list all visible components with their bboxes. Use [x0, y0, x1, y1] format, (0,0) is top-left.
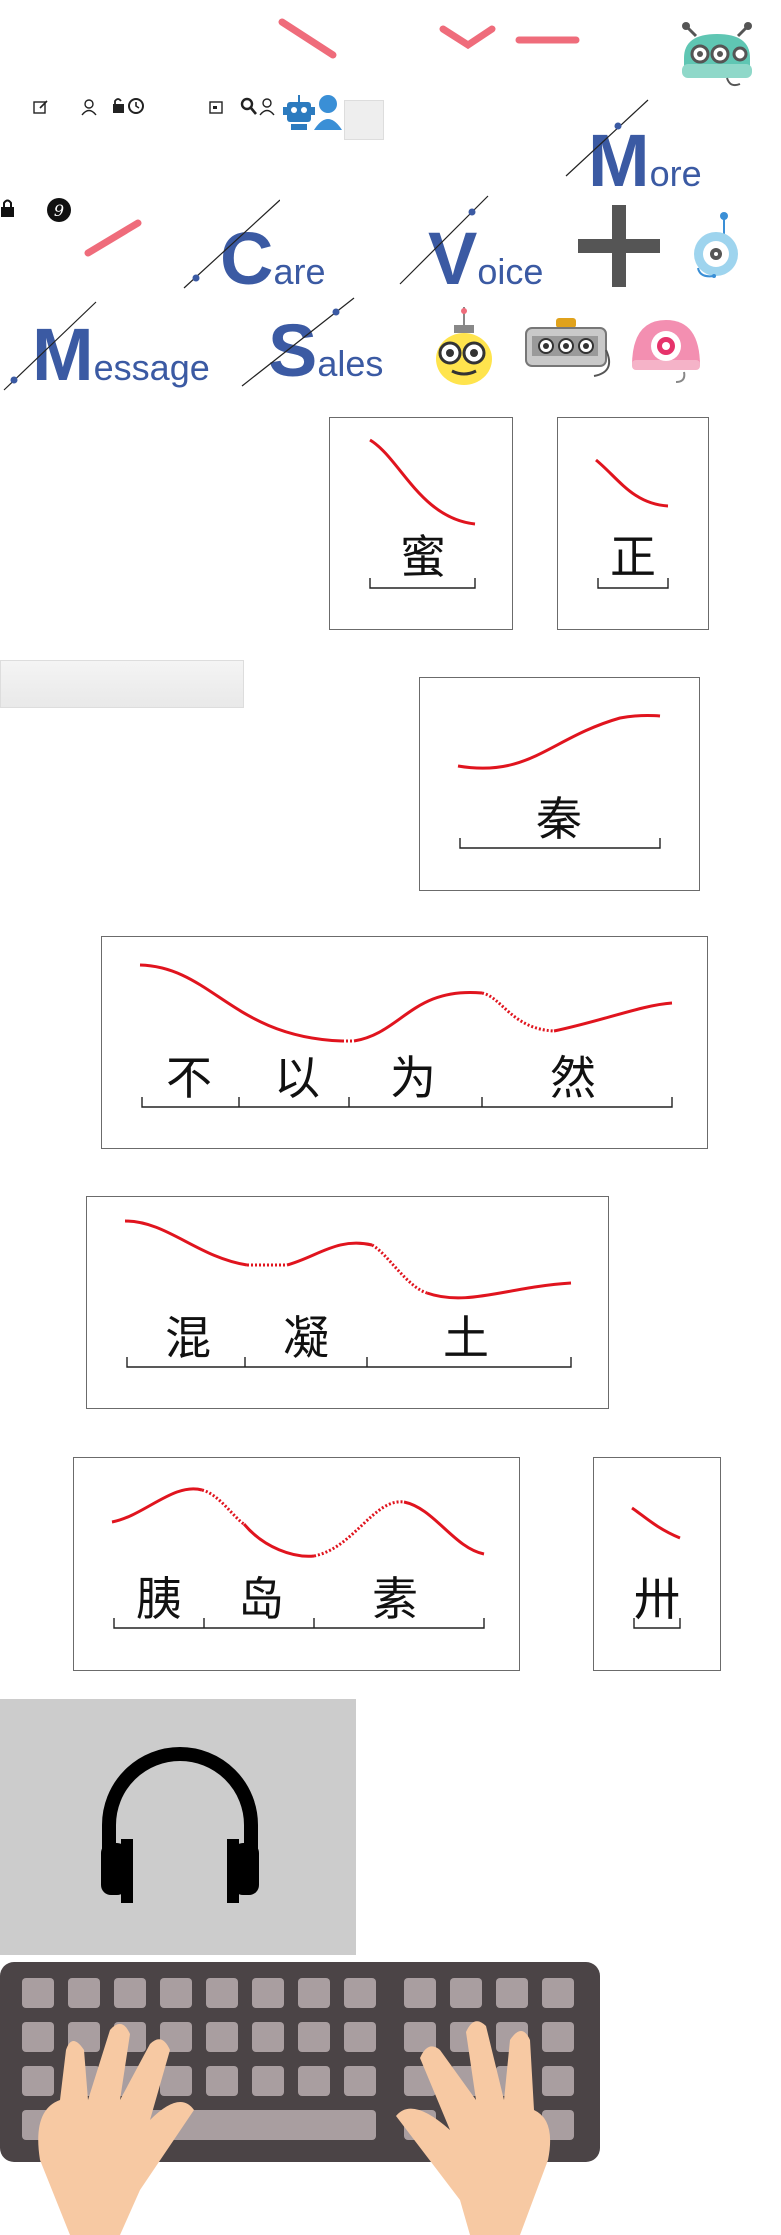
menu-message-rest: essage	[93, 347, 210, 388]
svg-text:9: 9	[54, 201, 64, 220]
tone-card[interactable]: 不 以 为 然	[101, 936, 708, 1149]
calendar-icon[interactable]	[208, 98, 226, 116]
yellow-robot-icon[interactable]	[432, 305, 496, 389]
pink-robot-icon[interactable]	[626, 316, 706, 386]
tone-curve	[631, 1506, 681, 1629]
menu-message[interactable]: Message	[3, 301, 210, 397]
add-button[interactable]	[578, 205, 660, 287]
hanzi-char: 素	[372, 1572, 418, 1626]
hanzi-char: 混	[165, 1311, 211, 1365]
robot-icon[interactable]	[672, 18, 762, 90]
tone-card[interactable]: 卅	[593, 1457, 721, 1671]
menu-care-rest: are	[273, 251, 326, 292]
hanzi-char: 然	[550, 1051, 596, 1105]
placeholder-bar[interactable]	[0, 660, 244, 708]
hanzi-char: 正	[610, 530, 656, 584]
divider-line	[183, 199, 280, 289]
divider-line	[399, 195, 489, 285]
tone-card[interactable]: 混 凝 土	[86, 1196, 609, 1409]
keyboard-with-hands	[0, 1962, 600, 2235]
tone-card[interactable]: 蜜	[329, 417, 513, 630]
tone-curve	[457, 714, 661, 849]
box-robot-icon[interactable]	[522, 316, 614, 382]
divider-line	[3, 301, 97, 391]
decorative-strokes	[278, 18, 580, 59]
search-icon[interactable]	[240, 97, 276, 117]
person-icon[interactable]	[312, 92, 344, 132]
edit-icon[interactable]	[32, 98, 50, 116]
music-icon[interactable]: 9	[46, 197, 72, 223]
user-icon[interactable]	[80, 98, 98, 116]
headphones-icon	[101, 1747, 259, 1903]
menu-more-rest: ore	[649, 153, 702, 194]
decorative-stroke	[84, 219, 142, 257]
tone-curve	[111, 1487, 485, 1629]
hanzi-char: 秦	[536, 792, 582, 846]
tone-curve	[139, 963, 673, 1108]
hanzi-char: 为	[390, 1051, 436, 1105]
tone-curve	[124, 1219, 572, 1368]
tone-curve	[595, 458, 669, 589]
menu-sales[interactable]: Sales	[241, 297, 383, 393]
hanzi-char: 岛	[238, 1572, 284, 1626]
avatar-placeholder[interactable]	[344, 100, 384, 140]
tone-card[interactable]: 胰 岛 素	[73, 1457, 520, 1671]
divider-line	[565, 99, 649, 177]
menu-more[interactable]: More	[565, 99, 702, 203]
menu-care[interactable]: Care	[183, 199, 326, 301]
tone-card[interactable]: 正	[557, 417, 709, 630]
chatbot-icon[interactable]	[692, 210, 740, 288]
hanzi-char: 胰	[136, 1572, 182, 1626]
menu-voice[interactable]: Voice	[399, 195, 543, 301]
hanzi-char: 以	[274, 1051, 320, 1105]
hanzi-char: 蜜	[400, 530, 446, 584]
hanzi-char: 凝	[283, 1311, 329, 1365]
hanzi-char: 卅	[634, 1572, 680, 1626]
robot-icon[interactable]	[282, 92, 316, 132]
divider-line	[241, 297, 355, 387]
hanzi-char: 不	[166, 1051, 212, 1105]
tone-card[interactable]: 秦	[419, 677, 700, 891]
top-icon-bar	[0, 92, 400, 142]
tone-curve	[369, 438, 476, 589]
lock-clock-icon[interactable]	[112, 96, 146, 116]
headphones-panel[interactable]	[0, 1699, 356, 1955]
lock-icon[interactable]	[0, 198, 16, 218]
hanzi-char: 土	[443, 1311, 489, 1365]
